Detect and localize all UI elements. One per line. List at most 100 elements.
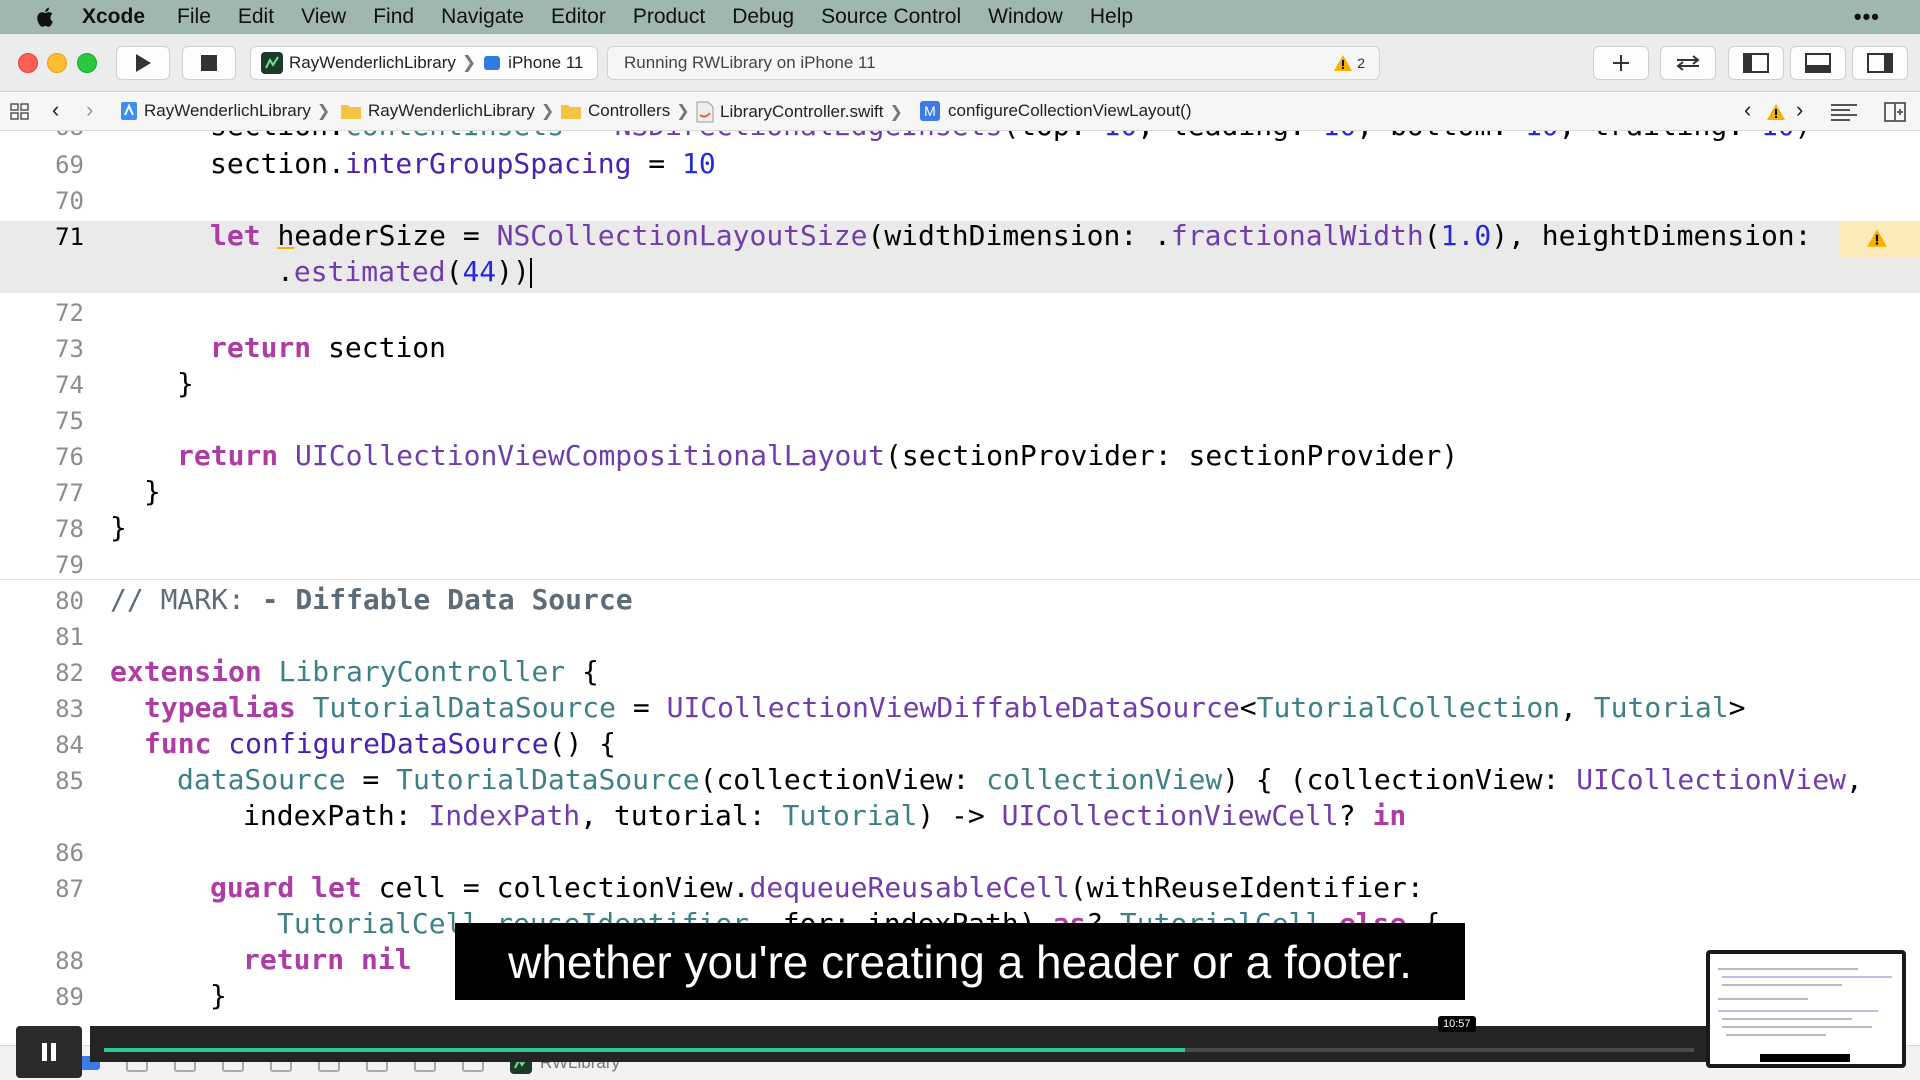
code-line-current: let headerSize = NSCollectionLayoutSize(… [210,219,1812,252]
device-name: iPhone 11 [508,53,584,72]
video-preview-thumbnail[interactable] [1706,950,1906,1068]
warning-icon[interactable] [1766,103,1786,121]
navigator-toggle-button[interactable] [1728,46,1784,80]
code-line-wrap: .estimated(44)) [277,255,532,288]
method-badge-icon: M [920,101,940,121]
code-line: func configureDataSource() { [144,727,617,760]
line-number: 83 [55,695,84,723]
line-number: 74 [55,371,84,399]
menu-product[interactable]: Product [633,5,705,29]
stop-button[interactable] [182,46,236,80]
menu-navigate[interactable]: Navigate [441,5,524,29]
thumbnail-line [1718,1010,1878,1012]
warning-icon [1334,55,1353,71]
swift-file-icon [696,101,714,123]
line-number: 88 [55,947,84,975]
code-line: } [210,979,227,1012]
inspector-toggle-button[interactable] [1852,46,1908,80]
menu-window[interactable]: Window [988,5,1063,29]
line-number: 76 [55,443,84,471]
menu-app-name[interactable]: Xcode [82,5,145,29]
line-number: 70 [55,187,84,215]
breadcrumb-project-label: RayWenderlichLibrary [144,101,311,120]
menu-source-control[interactable]: Source Control [821,5,961,29]
warning-count: 2 [1357,55,1365,71]
folder-icon [561,105,581,119]
line-number: 72 [55,299,84,327]
code-line: extension LibraryController { [110,655,599,688]
thumbnail-line [1718,968,1858,970]
forward-chevron-icon[interactable]: › [86,97,93,123]
warning-icon [1867,229,1887,247]
breadcrumb-file[interactable]: LibraryController.swift ❯ [696,101,903,123]
code-section-divider [0,579,1920,580]
menu-view[interactable]: View [301,5,346,29]
plus-icon [1613,55,1629,71]
code-line-mark: // MARK: - Diffable Data Source [110,583,633,616]
code-line: guard let cell = collectionView.dequeueR… [210,871,1424,904]
thumbnail-line [1722,976,1892,978]
breadcrumb-group-label: RayWenderlichLibrary [368,101,535,120]
chevron-right-icon: ❯ [540,103,555,120]
previous-issue-icon[interactable]: ‹ [1744,97,1751,123]
swap-arrows-icon [1676,55,1700,71]
apple-icon[interactable] [30,5,62,29]
back-chevron-icon[interactable]: ‹ [52,97,59,123]
code-line: return section [210,331,447,364]
text-cursor [529,258,532,288]
line-number: 81 [55,623,84,651]
code-line: } [110,511,127,544]
line-number: 78 [55,515,84,543]
library-add-button[interactable] [1593,46,1649,80]
thumbnail-caption-bar [1760,1054,1850,1062]
menu-editor[interactable]: Editor [551,5,606,29]
menu-help[interactable]: Help [1090,5,1133,29]
folder-icon [341,105,361,119]
thumbnail-line [1718,998,1808,1000]
scrubber-progress [104,1048,1186,1052]
breadcrumb-group[interactable]: RayWenderlichLibrary ❯ [340,101,554,121]
menu-find[interactable]: Find [373,5,414,29]
next-issue-icon[interactable]: › [1796,97,1803,123]
editor-options-icon[interactable] [1830,103,1858,121]
zoom-window-button[interactable] [77,53,97,73]
stop-icon [201,55,217,71]
breadcrumb-file-label: LibraryController.swift [720,102,884,121]
line-number: 75 [55,407,84,435]
toolbar: RayWenderlichLibrary ❯ iPhone 11 Running… [0,34,1920,92]
menu-debug[interactable]: Debug [732,5,794,29]
breadcrumb-project[interactable]: RayWenderlichLibrary ❯ [120,101,330,121]
breadcrumb-method[interactable]: M configureCollectionViewLayout() [920,101,1192,121]
activity-status: Running RWLibrary on iPhone 11 2 [607,46,1380,80]
run-button[interactable] [116,46,170,80]
code-review-button[interactable] [1660,46,1716,80]
video-player-controls [0,1020,1920,1080]
scheme-selector[interactable]: RayWenderlichLibrary ❯ iPhone 11 [250,46,598,80]
video-subtitle: whether you're creating a header or a fo… [455,923,1465,1000]
menu-file[interactable]: File [177,5,211,29]
iphone-device-icon [484,56,501,70]
menu-extras-icon[interactable]: ••• [1854,4,1880,30]
warnings-indicator[interactable]: 2 [1333,54,1365,72]
close-window-button[interactable] [18,53,38,73]
line-number: 82 [55,659,84,687]
line-number: 80 [55,587,84,615]
code-line: return nil [243,943,412,976]
breadcrumb-folder[interactable]: Controllers ❯ [560,101,690,121]
related-items-grid-icon[interactable] [10,103,30,121]
menu-edit[interactable]: Edit [238,5,274,29]
pause-button[interactable] [16,1026,82,1078]
split-editor-icon[interactable] [1884,102,1906,122]
code-line: dataSource = TutorialDataSource(collecti… [177,763,1863,796]
inline-warning-marker[interactable] [1840,221,1920,257]
line-number: 71 [55,223,84,251]
line-number: 79 [55,551,84,579]
play-icon [136,54,151,72]
minimize-window-button[interactable] [47,53,67,73]
code-line: typealias TutorialDataSource = UICollect… [144,691,1746,724]
chevron-right-icon: ❯ [889,104,903,121]
jump-bar: ‹ › RayWenderlichLibrary ❯ RayWenderlich… [0,93,1920,131]
left-panel-icon [1743,53,1769,73]
source-editor[interactable]: 68 section.contentInsets = NSDirectional… [0,131,1920,1021]
debug-area-toggle-button[interactable] [1790,46,1846,80]
